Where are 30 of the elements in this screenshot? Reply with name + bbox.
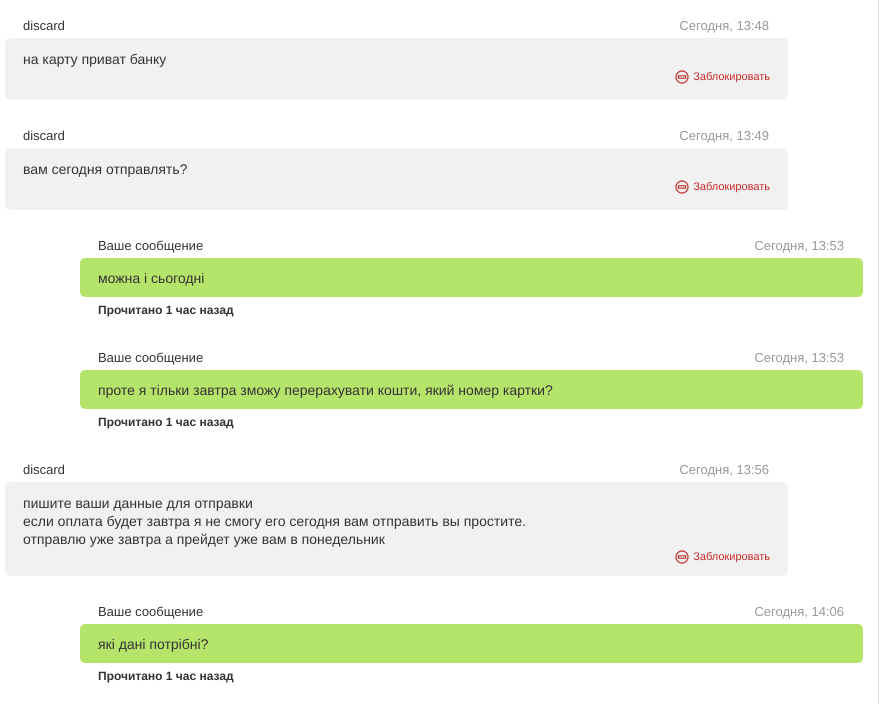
block-label: Заблокировать xyxy=(693,551,770,563)
message-time: Сегодня, 13:56 xyxy=(679,462,769,476)
message-time: Сегодня, 13:48 xyxy=(679,18,769,32)
message-text: на карту приват банку xyxy=(23,50,168,68)
message-text: пишите ваши данные для отправки если оплата будет завтра я не смогу его сегодня вам отправить вы простите. отправлю уже завтра а прейдет уже вам в понедельник xyxy=(23,494,528,548)
block-label: Заблокировать xyxy=(693,71,770,83)
message-time: Сегодня, 13:53 xyxy=(754,238,844,252)
message-author: discard xyxy=(23,462,65,476)
message-time: Сегодня, 14:06 xyxy=(754,604,844,618)
message-text: проте я тільки завтра зможу перерахувати кошти, який номер картки? xyxy=(98,381,554,399)
message-author: Ваше сообщение xyxy=(98,238,204,252)
block-icon xyxy=(675,180,690,194)
block-icon xyxy=(675,70,690,84)
read-status: Прочитано 1 час назад xyxy=(97,668,235,683)
message-text: вам сегодня отправлять? xyxy=(23,160,188,178)
block-label: Заблокировать xyxy=(693,181,770,193)
block-link[interactable]: Заблокировать xyxy=(675,550,770,564)
message-text: можна і сьогодні xyxy=(98,269,206,287)
block-link[interactable]: Заблокировать xyxy=(675,180,770,194)
message-author: discard xyxy=(23,18,65,32)
read-status: Прочитано 1 час назад xyxy=(97,414,235,429)
message-author: Ваше сообщение xyxy=(98,350,204,364)
message-author: discard xyxy=(23,128,65,142)
message-author: Ваше сообщение xyxy=(98,604,204,618)
read-status: Прочитано 1 час назад xyxy=(97,302,235,317)
message-time: Сегодня, 13:53 xyxy=(754,350,844,364)
message-time: Сегодня, 13:49 xyxy=(679,128,769,142)
block-link[interactable]: Заблокировать xyxy=(675,70,770,84)
message-text: які дані потрібні? xyxy=(98,635,210,653)
block-icon xyxy=(675,550,690,564)
